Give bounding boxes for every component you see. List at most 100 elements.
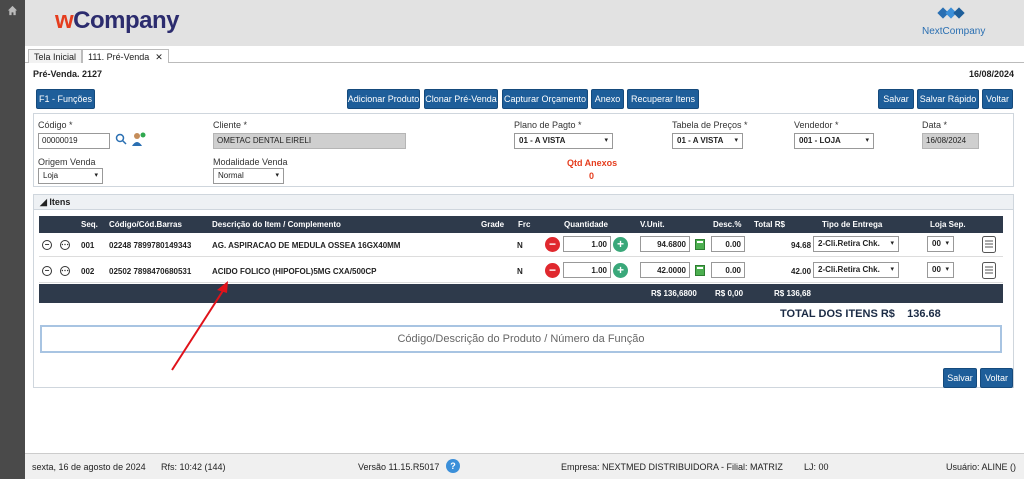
- tab-bar: Tela Inicial 111. Pré-Venda ✕: [25, 46, 1024, 63]
- discount-field[interactable]: 0.00: [711, 236, 745, 252]
- discount-field[interactable]: 0.00: [711, 262, 745, 278]
- chevron-down-icon: ▾: [275, 172, 279, 179]
- origem-select[interactable]: Loja ▾: [38, 168, 103, 184]
- status-rfs: Rfs: 10:42 (144): [161, 462, 226, 472]
- chevron-down-icon: ▾: [734, 137, 738, 144]
- chevron-down-icon: ▾: [890, 240, 894, 247]
- help-icon[interactable]: ?: [446, 459, 460, 473]
- calculator-icon[interactable]: [695, 265, 705, 276]
- totals-total: R$ 136,68: [774, 289, 811, 298]
- unit-price-field[interactable]: 94.6800: [640, 236, 690, 252]
- home-icon[interactable]: [7, 5, 18, 16]
- save-button[interactable]: Salvar: [878, 89, 914, 109]
- status-usuario: Usuário: ALINE (): [946, 462, 1017, 472]
- col-codigo: Código/Cód.Barras: [109, 220, 182, 229]
- totals-desc: R$ 0,00: [715, 289, 744, 298]
- more-options-icon[interactable]: ⋯: [60, 240, 70, 250]
- col-total: Total R$: [754, 220, 785, 229]
- remove-item-icon[interactable]: −: [42, 240, 52, 250]
- search-icon[interactable]: [115, 133, 127, 145]
- quantity-field[interactable]: 1.00: [563, 262, 611, 278]
- anexos-count: 0: [589, 171, 595, 181]
- f1-functions-button[interactable]: F1 - Funções: [36, 89, 95, 109]
- row-seq: 001: [81, 241, 95, 250]
- totals-vunit: R$ 136,6800: [651, 289, 697, 298]
- status-date: sexta, 16 de agosto de 2024: [32, 462, 146, 472]
- row-codigo: 02248 7899780149343: [109, 241, 192, 250]
- modalidade-select[interactable]: Normal ▾: [213, 168, 284, 184]
- header-form: Código * 00000019 Cliente * OMETAC DENTA…: [33, 113, 1014, 187]
- row-seq: 002: [81, 267, 95, 276]
- status-lj: LJ: 00: [804, 462, 829, 472]
- quantity-field[interactable]: 1.00: [563, 236, 611, 252]
- status-version: Versão 11.15.R5017: [358, 462, 440, 472]
- items-section-header[interactable]: ◢ Itens: [34, 195, 1013, 210]
- col-descricao: Descrição do Item / Complemento: [212, 220, 341, 229]
- tabela-label: Tabela de Preços *: [672, 120, 748, 130]
- notes-icon[interactable]: [982, 236, 996, 253]
- unit-price-field[interactable]: 42.0000: [640, 262, 690, 278]
- status-bar: sexta, 16 de agosto de 2024 Rfs: 10:42 (…: [25, 453, 1024, 479]
- row-codigo: 02502 7898470680531: [109, 267, 192, 276]
- remove-item-icon[interactable]: −: [42, 266, 52, 276]
- row-descricao: AG. ASPIRACAO DE MEDULA OSSEA 16GX40MM: [212, 241, 401, 250]
- data-label: Data *: [922, 120, 948, 130]
- save-fast-button[interactable]: Salvar Rápido: [917, 89, 979, 109]
- col-desc: Desc.%: [713, 220, 742, 229]
- col-vunit: V.Unit.: [640, 220, 665, 229]
- vendedor-label: Vendedor *: [794, 120, 839, 130]
- tab-pre-venda[interactable]: 111. Pré-Venda ✕: [82, 49, 169, 63]
- col-frc: Frc: [518, 220, 531, 229]
- chevron-down-icon: ▾: [94, 172, 98, 179]
- totals-row: R$ 136,6800 R$ 0,00 R$ 136,68: [39, 284, 1003, 303]
- left-rail: [0, 0, 25, 479]
- bottom-save-button[interactable]: Salvar: [943, 368, 977, 388]
- add-product-button[interactable]: Adicionar Produto: [347, 89, 420, 109]
- attachment-button[interactable]: Anexo: [591, 89, 624, 109]
- more-options-icon[interactable]: ⋯: [60, 266, 70, 276]
- codigo-field[interactable]: 00000019: [38, 133, 110, 149]
- clone-pre-venda-button[interactable]: Clonar Pré-Venda: [424, 89, 498, 109]
- delivery-type-select[interactable]: 2-Cli.Retira Chk. ▾: [813, 236, 899, 252]
- client-user-icon[interactable]: [130, 131, 146, 147]
- store-select[interactable]: 00 ▾: [927, 262, 954, 278]
- col-seq: Seq.: [81, 220, 98, 229]
- origem-label: Origem Venda: [38, 157, 96, 167]
- cliente-label: Cliente *: [213, 120, 248, 130]
- decrease-quantity-button[interactable]: −: [545, 263, 560, 278]
- increase-quantity-button[interactable]: +: [613, 263, 628, 278]
- collapse-icon: ◢: [40, 197, 50, 207]
- status-empresa: Empresa: NEXTMED DISTRIBUIDORA - Filial:…: [561, 462, 783, 472]
- vendedor-select[interactable]: 001 - LOJA ▾: [794, 133, 874, 149]
- product-search-input[interactable]: Código/Descrição do Produto / Número da …: [40, 325, 1002, 353]
- grand-total: TOTAL DOS ITENS R$ 136.68: [780, 308, 941, 320]
- store-select[interactable]: 00 ▾: [927, 236, 954, 252]
- row-descricao: ACIDO FOLICO (HIPOFOL)5MG CXA/500CP: [212, 267, 377, 276]
- tabela-select[interactable]: 01 - A VISTA ▾: [672, 133, 743, 149]
- col-entrega: Tipo de Entrega: [822, 220, 883, 229]
- recover-items-button[interactable]: Recuperar Itens: [627, 89, 699, 109]
- row-frc: N: [517, 267, 523, 276]
- col-quantidade: Quantidade: [564, 220, 609, 229]
- decrease-quantity-button[interactable]: −: [545, 237, 560, 252]
- bottom-back-button[interactable]: Voltar: [980, 368, 1013, 388]
- close-icon[interactable]: ✕: [155, 52, 163, 62]
- col-grade: Grade: [481, 220, 505, 229]
- increase-quantity-button[interactable]: +: [613, 237, 628, 252]
- notes-icon[interactable]: [982, 262, 996, 279]
- page-title: Pré-Venda. 2127: [33, 69, 103, 79]
- delivery-type-select[interactable]: 2-Cli.Retira Chk. ▾: [813, 262, 899, 278]
- back-button[interactable]: Voltar: [982, 89, 1013, 109]
- row-total: 94.68: [791, 241, 812, 250]
- chevron-down-icon: ▾: [865, 137, 869, 144]
- chevron-down-icon: ▾: [945, 240, 949, 247]
- items-table-header: Seq. Código/Cód.Barras Descrição do Item…: [39, 216, 1003, 233]
- capture-quote-button[interactable]: Capturar Orçamento: [502, 89, 588, 109]
- tab-home[interactable]: Tela Inicial: [28, 49, 83, 63]
- app-header: wCompany NextCompany: [25, 0, 1024, 46]
- plano-select[interactable]: 01 - A VISTA ▾: [514, 133, 613, 149]
- calculator-icon[interactable]: [695, 239, 705, 250]
- chevron-down-icon: ▾: [945, 266, 949, 273]
- chevron-down-icon: ▾: [604, 137, 608, 144]
- brand-logo: NextCompany: [916, 4, 986, 40]
